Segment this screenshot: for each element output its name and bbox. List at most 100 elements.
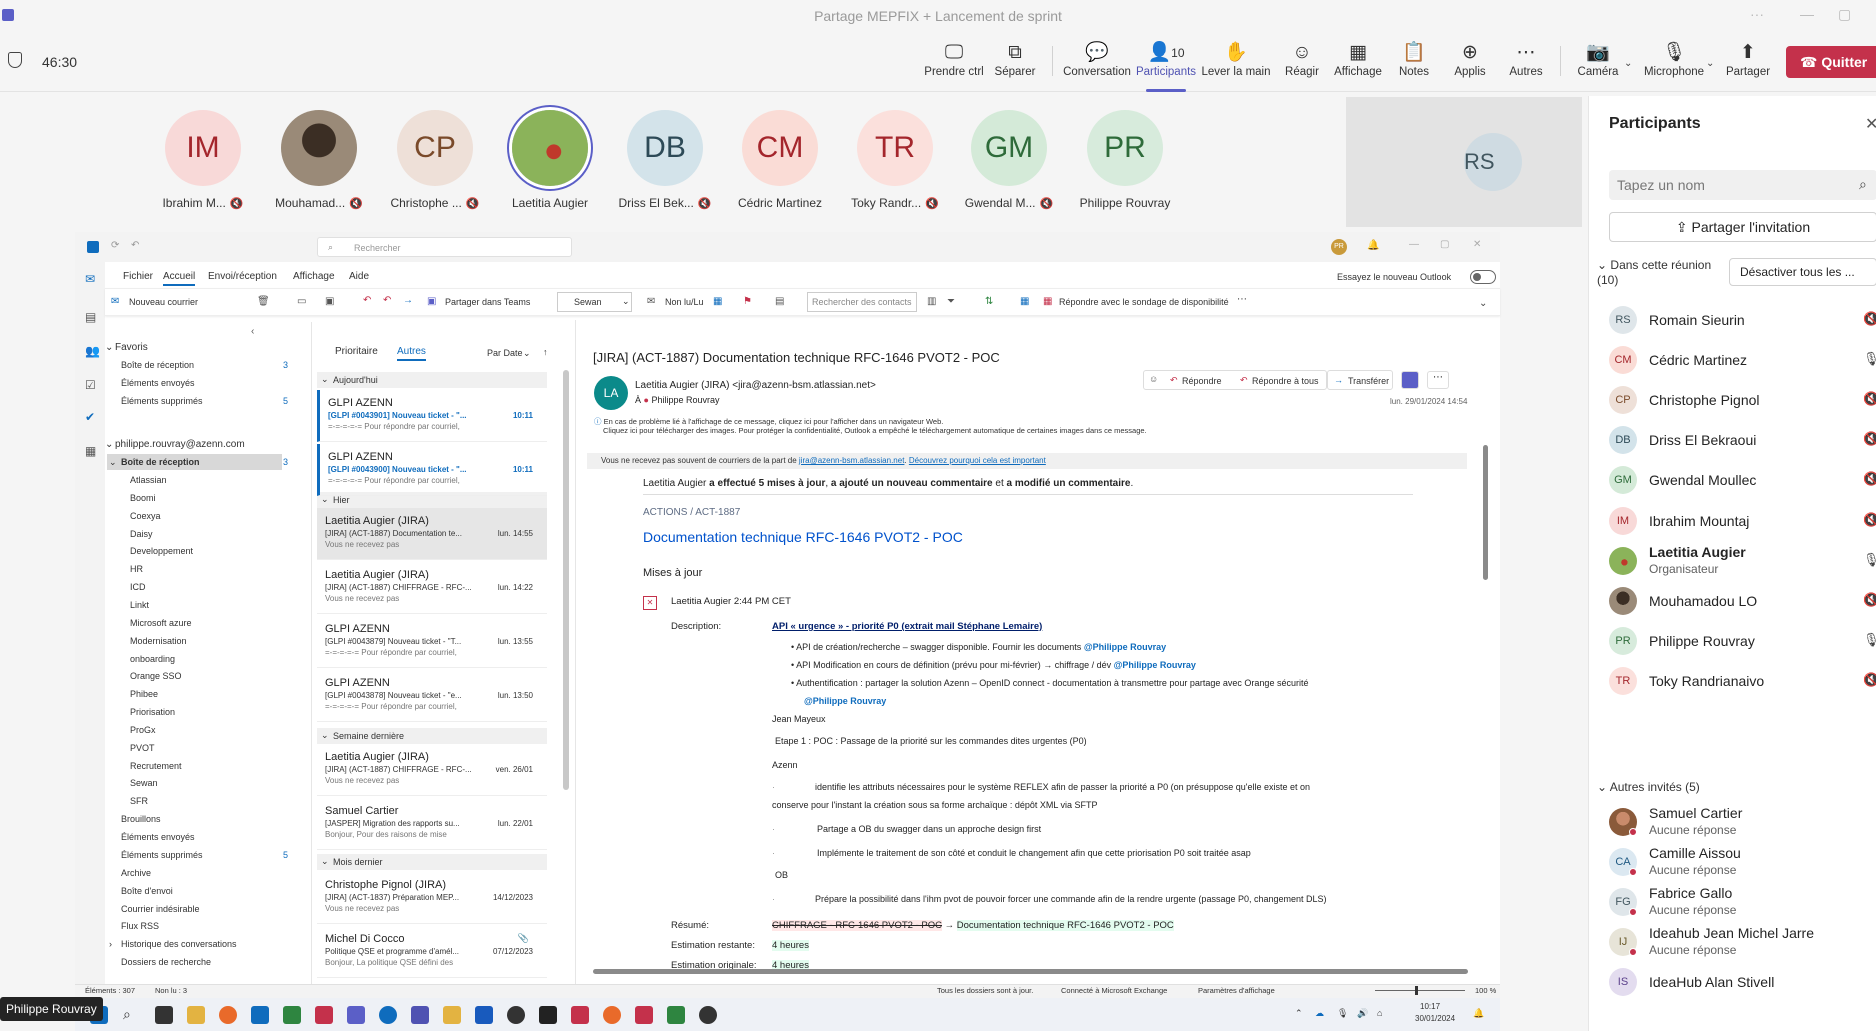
app-icon[interactable] <box>699 1006 717 1024</box>
forward-button[interactable]: → Transférer <box>1327 370 1393 390</box>
collapse-pane-icon[interactable]: ‹ <box>251 326 254 337</box>
participant-row[interactable]: GM Gwendal Moullec 🔇 <box>1609 460 1876 500</box>
calendar-icon[interactable]: ▤ <box>85 310 96 324</box>
minimize-icon[interactable]: — <box>1800 6 1814 22</box>
ribbon-collapse-icon[interactable]: ⌄ <box>1479 298 1487 309</box>
reply-button[interactable]: Répondre <box>1182 376 1222 386</box>
more-actions-icon[interactable]: ⋯ <box>1427 371 1449 389</box>
mail-list-item[interactable]: Laetitia Augier (JIRA) [JIRA] (ACT-1887) … <box>317 744 547 796</box>
raise-hand-button[interactable]: ✋ Lever la main <box>1200 40 1272 88</box>
mail-list-item[interactable]: Samuel Cartier [JASPER] Migration des rap… <box>317 798 547 850</box>
favorites-chevron-icon[interactable]: ⌄ <box>105 342 113 353</box>
powerpoint-icon[interactable] <box>635 1006 653 1024</box>
new-outlook-toggle[interactable] <box>1470 270 1496 284</box>
gallery-tile[interactable]: IM Ibrahim M... 🔇 <box>148 110 258 210</box>
favorites-heading[interactable]: Favoris <box>115 342 148 353</box>
minimize-icon[interactable]: — <box>1409 239 1419 250</box>
folder-item[interactable]: Boîte d'envoi <box>121 886 173 896</box>
restore-icon[interactable]: ▢ <box>1440 239 1449 250</box>
tab-autres[interactable]: Autres <box>397 346 426 361</box>
rules-icon[interactable]: ▤ <box>775 296 784 307</box>
tasks-icon[interactable]: ☑ <box>85 378 96 392</box>
app-icon[interactable] <box>667 1006 685 1024</box>
microphone-button[interactable]: 🎙 Microphone <box>1638 40 1710 88</box>
teams-taskbar-icon[interactable] <box>411 1006 429 1024</box>
popout-button[interactable]: ⧉ Séparer <box>979 40 1051 88</box>
gallery-tile-speaking[interactable]: Laetitia Augier <box>495 110 605 210</box>
folder-item[interactable]: SFR <box>130 796 148 806</box>
menu-accueil[interactable]: Accueil <box>163 271 196 286</box>
gallery-tile[interactable]: CM Cédric Martinez <box>725 110 835 210</box>
participant-row[interactable]: IM Ibrahim Mountaj 🔇 <box>1609 501 1876 541</box>
participant-row[interactable]: RS Romain Sieurin 🔇 <box>1609 300 1876 340</box>
folder-item[interactable]: Microsoft azure <box>130 618 192 628</box>
mic-icon[interactable]: 🎙 <box>1337 1008 1348 1019</box>
undo-icon[interactable]: ↶ <box>131 240 139 251</box>
gallery-tile[interactable]: GM Gwendal M... 🔇 <box>954 110 1064 210</box>
folder-item[interactable]: Éléments supprimés <box>121 850 203 860</box>
other-guests-heading[interactable]: ⌄ Autres invités (5) <box>1597 780 1700 794</box>
participant-row[interactable]: Mouhamadou LO 🔇 <box>1609 581 1876 621</box>
sort-chevron-icon[interactable]: ⌄ <box>523 348 531 359</box>
maximize-icon[interactable]: ▢ <box>1838 6 1851 23</box>
issue-breadcrumb[interactable]: ACTIONS / ACT-1887 <box>643 507 740 518</box>
gallery-tile[interactable]: Mouhamad... 🔇 <box>264 110 374 210</box>
account-chevron-icon[interactable]: ⌄ <box>105 439 113 450</box>
unread-read-button[interactable]: ✉ Non lu/Lu <box>647 292 707 312</box>
self-video-tile[interactable]: RS <box>1346 97 1582 227</box>
menu-fichier[interactable]: Fichier <box>123 271 153 282</box>
mail-list-item[interactable]: Michel Di Cocco Politique QSE et programm… <box>317 926 547 978</box>
mention-link[interactable]: @Philippe Rouvray <box>804 696 886 706</box>
word-icon[interactable] <box>475 1006 493 1024</box>
folder-item[interactable]: Éléments supprimés <box>121 396 203 406</box>
participants-button[interactable]: 👤10 Participants <box>1130 40 1202 92</box>
menu-affichage[interactable]: Affichage <box>293 271 335 282</box>
folder-item[interactable]: Recrutement <box>130 761 182 771</box>
participant-row[interactable]: CM Cédric Martinez 🎙 <box>1609 340 1876 380</box>
archive-icon[interactable]: ▭ <box>297 296 306 307</box>
search-contacts-input[interactable]: Rechercher des contacts <box>807 292 917 312</box>
todo-icon[interactable]: ✔ <box>85 410 95 424</box>
mail-list-item[interactable]: GLPI AZENN [GLPI #0043879] Nouveau ticket… <box>317 616 547 668</box>
folder-item[interactable]: Linkt <box>130 600 149 610</box>
participant-row[interactable]: Laetitia Augier Organisateur 🎙 <box>1609 541 1876 581</box>
tab-prioritaire[interactable]: Prioritaire <box>335 346 378 357</box>
mail-list-item[interactable]: GLPI AZENN [GLPI #0043901] Nouveau ticket… <box>317 390 547 442</box>
edge-icon[interactable] <box>379 1006 397 1024</box>
task-view-icon[interactable] <box>155 1006 173 1024</box>
delete-icon[interactable]: 🗑 <box>257 296 270 307</box>
app-icon[interactable] <box>507 1006 525 1024</box>
insights-icon[interactable]: ⇅ <box>985 296 993 307</box>
participant-row[interactable]: TR Toky Randrianaivo 🔇 <box>1609 661 1876 701</box>
ribbon-more-icon[interactable]: ⋯ <box>1237 294 1247 305</box>
sender-address[interactable]: Laetitia Augier (JIRA) <jira@azenn-bsm.a… <box>635 380 876 391</box>
apps-icon[interactable]: ▦ <box>85 444 96 458</box>
mail-list-item[interactable]: Christophe Pignol (JIRA) [JIRA] (ACT-1837… <box>317 872 547 924</box>
app-icon[interactable] <box>347 1006 365 1024</box>
folder-item[interactable]: HR <box>130 564 143 574</box>
search-icon[interactable]: ⌕ <box>123 1006 131 1023</box>
reply-all-button[interactable]: Répondre à tous <box>1252 376 1319 386</box>
guest-row[interactable]: FG Fabrice Gallo Aucune réponse <box>1609 882 1876 922</box>
folder-item[interactable]: Orange SSO <box>130 671 182 681</box>
network-icon[interactable]: ⌂ <box>1377 1008 1382 1018</box>
folder-item[interactable]: Éléments envoyés <box>121 378 195 388</box>
in-meeting-heading[interactable]: ⌄ Dans cette réunion (10) <box>1597 258 1727 288</box>
speaker-icon[interactable]: 🔊 <box>1357 1008 1368 1019</box>
quick-steps-select[interactable]: Sewan ⌄ <box>557 292 632 312</box>
profile-avatar[interactable]: PR <box>1331 239 1347 255</box>
menu-envoi[interactable]: Envoi/réception <box>208 271 277 282</box>
gallery-tile[interactable]: PR Philippe Rouvray <box>1070 110 1180 210</box>
folder-item[interactable]: PVOT <box>130 743 155 753</box>
folder-item[interactable]: Éléments envoyés <box>121 832 195 842</box>
guest-row[interactable]: CA Camille Aissou Aucune réponse <box>1609 842 1876 882</box>
share-button[interactable]: ⬆ Partager <box>1712 40 1784 88</box>
folder-inbox[interactable]: Boîte de réception <box>121 457 200 467</box>
folder-item[interactable]: Sewan <box>130 778 158 788</box>
tray-chevron-icon[interactable]: ⌃ <box>1295 1008 1303 1019</box>
firefox-icon[interactable] <box>219 1006 237 1024</box>
leave-button[interactable]: ☎ Quitter <box>1786 46 1876 78</box>
emoji-icon[interactable]: ☺ <box>1149 374 1158 384</box>
recipient[interactable]: Philippe Rouvray <box>651 395 719 405</box>
folder-item[interactable]: onboarding <box>130 654 175 664</box>
